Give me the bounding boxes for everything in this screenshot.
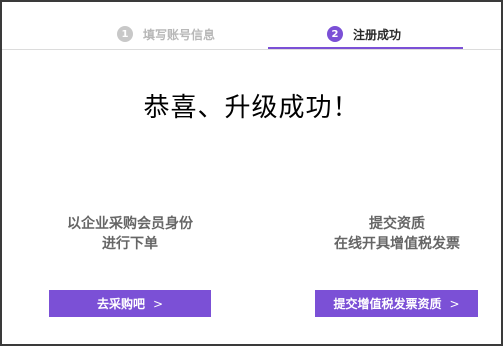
- invoice-description: 提交资质 在线开具增值税发票: [297, 214, 497, 254]
- description-line: 在线开具增值税发票: [334, 236, 460, 252]
- purchase-description: 以企业采购会员身份 进行下单: [30, 214, 230, 254]
- step-number-badge: 1: [117, 26, 133, 42]
- description-line: 以企业采购会员身份: [67, 216, 193, 232]
- go-purchase-button[interactable]: 去采购吧 >: [49, 290, 211, 317]
- step-label: 注册成功: [353, 27, 402, 42]
- step-registration-success: 2 注册成功: [327, 24, 401, 44]
- submit-invoice-qualification-button[interactable]: 提交增值税发票资质 >: [315, 290, 478, 317]
- description-line: 提交资质: [369, 216, 425, 232]
- step-indicator: 1 填写账号信息 2 注册成功: [2, 2, 501, 50]
- registration-success-dialog: 1 填写账号信息 2 注册成功 恭喜、升级成功！ 以企业采购会员身份 进行下单 …: [0, 0, 503, 346]
- active-step-underline: [268, 47, 463, 49]
- button-label: 提交增值税发票资质: [333, 297, 442, 311]
- success-title: 恭喜、升级成功！: [143, 93, 360, 123]
- button-label: 去采购吧: [96, 297, 145, 311]
- chevron-right-icon: >: [449, 296, 460, 311]
- step-label: 填写账号信息: [143, 27, 216, 42]
- step-fill-account-info: 1 填写账号信息: [117, 24, 215, 44]
- chevron-right-icon: >: [152, 296, 164, 311]
- step-number-badge: 2: [327, 26, 343, 42]
- description-line: 进行下单: [102, 236, 158, 252]
